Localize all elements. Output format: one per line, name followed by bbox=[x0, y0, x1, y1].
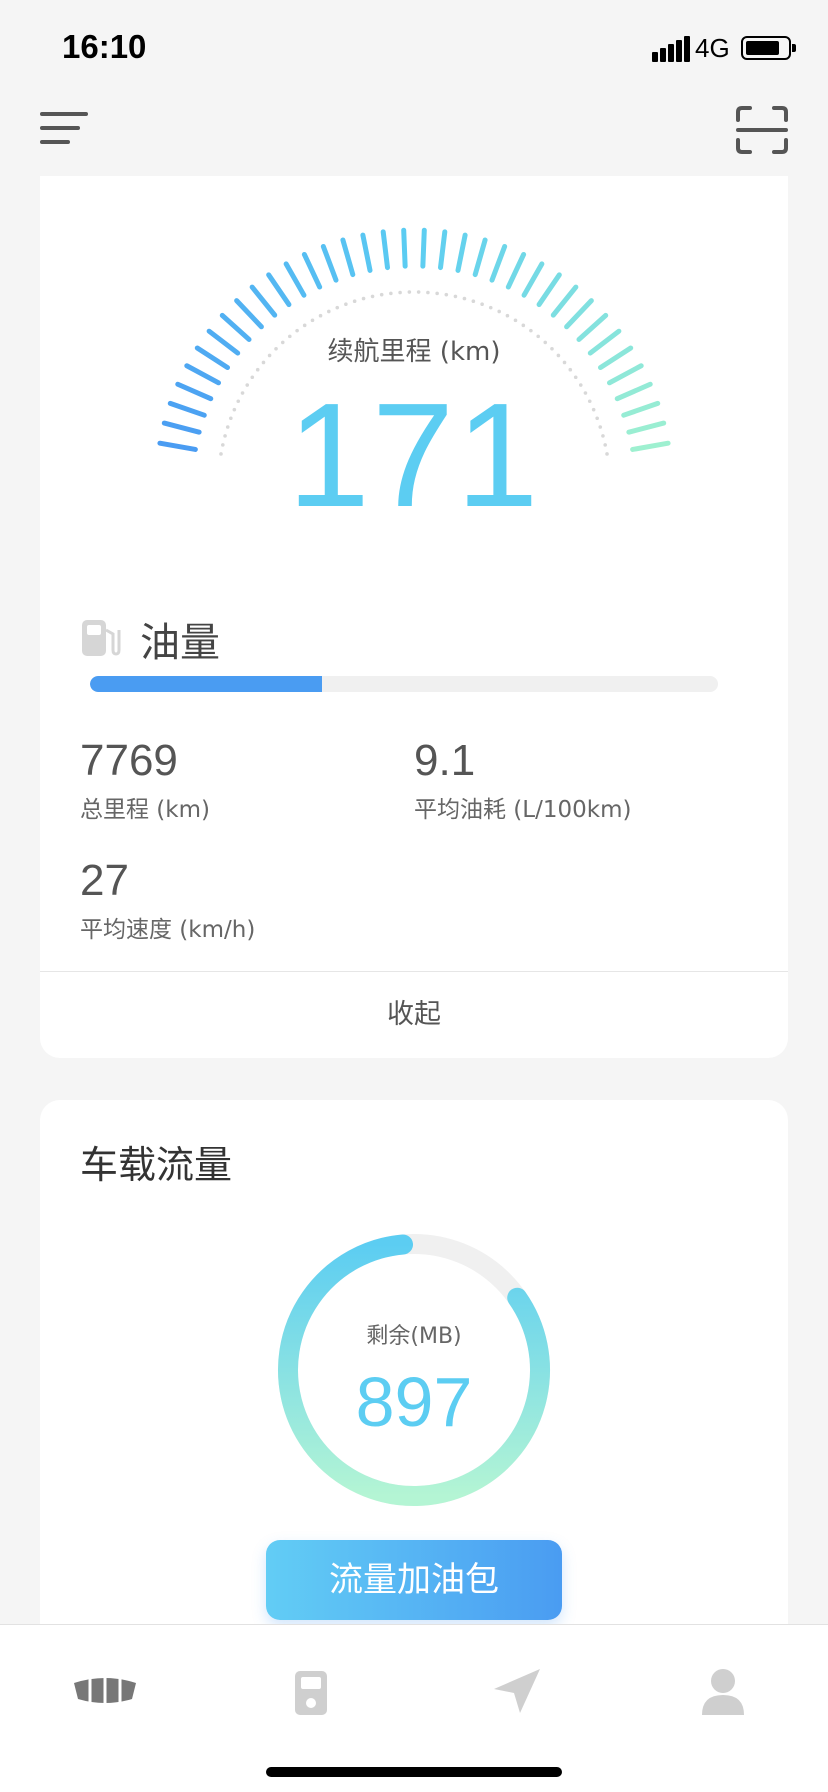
status-bar: 16:10 4G bbox=[0, 0, 828, 96]
gauge-tick bbox=[340, 237, 356, 278]
total-mileage-value: 7769 bbox=[80, 736, 178, 785]
fuel-pump-icon bbox=[82, 620, 121, 656]
gauge-tick bbox=[521, 261, 545, 298]
avg-speed-value: 27 bbox=[80, 856, 129, 905]
range-label: 续航里程 (km) bbox=[327, 337, 501, 367]
vehicle-status-card: 续航里程 (km) 171 油量 7769 总里程 (km) 9.1 平均油耗 … bbox=[40, 176, 788, 1058]
fuel-level-bar bbox=[90, 676, 718, 692]
gauge-tick bbox=[360, 232, 373, 273]
avg-fuel-consumption-value: 9.1 bbox=[414, 736, 476, 785]
gauge-tick bbox=[489, 243, 508, 283]
gauge-tick bbox=[536, 272, 562, 308]
gauge-tick bbox=[455, 232, 468, 273]
fuel-label: 油量 bbox=[140, 620, 220, 666]
range-value: 171 bbox=[287, 373, 541, 538]
gauge-minor-tick bbox=[302, 323, 307, 328]
gauge-minor-tick bbox=[453, 294, 458, 299]
collapse-button[interactable]: 收起 bbox=[40, 972, 788, 1058]
nav-bar bbox=[0, 96, 828, 176]
gauge-minor-tick bbox=[497, 309, 501, 314]
remaining-value: 897 bbox=[355, 1363, 473, 1441]
status-time: 16:10 bbox=[62, 28, 147, 65]
home-indicator bbox=[266, 1767, 562, 1777]
gauge-minor-tick bbox=[480, 302, 484, 307]
gauge-minor-tick bbox=[426, 290, 430, 295]
total-mileage-label: 总里程 (km) bbox=[80, 797, 210, 823]
gauge-minor-tick bbox=[379, 292, 384, 297]
fuel-pump-icon[interactable] bbox=[276, 1661, 346, 1721]
gauge-minor-tick bbox=[435, 291, 439, 296]
gauge-tick bbox=[320, 243, 339, 283]
gauge-tick bbox=[438, 229, 448, 271]
network-label: 4G bbox=[695, 33, 730, 63]
gauge-minor-tick bbox=[370, 294, 375, 299]
battery-icon bbox=[741, 36, 796, 60]
data-traffic-card: 车载流量 剩余(MB) 897 流量加油包 bbox=[40, 1100, 788, 1660]
avg-speed-stat: 27 平均速度 (km/h) bbox=[80, 856, 255, 944]
gauge-minor-tick bbox=[361, 296, 366, 301]
signal-icon bbox=[652, 34, 690, 62]
gauge-tick bbox=[283, 261, 307, 298]
avg-fuel-consumption-label: 平均油耗 (L/100km) bbox=[414, 797, 632, 823]
gauge-minor-tick bbox=[444, 292, 449, 297]
car-grille-icon[interactable] bbox=[70, 1661, 140, 1721]
traffic-title: 车载流量 bbox=[80, 1143, 233, 1187]
gauge-minor-tick bbox=[505, 313, 510, 318]
gauge-minor-tick bbox=[398, 290, 402, 295]
gauge-minor-tick bbox=[344, 302, 348, 307]
gauge-minor-tick bbox=[462, 296, 467, 301]
gauge-tick bbox=[301, 251, 323, 290]
gauge-tick bbox=[472, 237, 488, 278]
navigation-arrow-icon[interactable] bbox=[482, 1661, 552, 1721]
menu-icon[interactable] bbox=[40, 112, 90, 152]
gauge-minor-tick bbox=[407, 290, 412, 294]
gauge-minor-tick bbox=[327, 309, 331, 314]
gauge-minor-tick bbox=[513, 318, 518, 323]
gauge-minor-tick bbox=[389, 291, 393, 296]
scan-icon[interactable] bbox=[736, 106, 788, 154]
avg-speed-label: 平均速度 (km/h) bbox=[80, 917, 256, 943]
gauge-minor-tick bbox=[488, 305, 493, 310]
gauge-tick bbox=[234, 298, 264, 330]
gauge-minor-tick bbox=[352, 299, 357, 304]
gauge-minor-tick bbox=[310, 318, 315, 323]
avg-fuel-consumption-stat: 9.1 平均油耗 (L/100km) bbox=[414, 736, 631, 824]
gauge-minor-tick bbox=[416, 290, 421, 294]
gauge-minor-tick bbox=[335, 305, 340, 310]
gauge-tick bbox=[380, 229, 390, 271]
gauge-minor-tick bbox=[521, 323, 526, 328]
gauge-tick bbox=[564, 298, 594, 330]
user-icon[interactable] bbox=[688, 1661, 758, 1721]
remaining-label: 剩余(MB) bbox=[366, 1324, 462, 1349]
gauge-tick bbox=[266, 272, 292, 308]
fuel-level-fill bbox=[90, 676, 323, 692]
total-mileage-stat: 7769 总里程 (km) bbox=[80, 736, 210, 824]
gauge-minor-tick bbox=[318, 313, 323, 318]
bottom-tab-bar bbox=[0, 1624, 828, 1792]
gauge-tick bbox=[420, 227, 427, 269]
gauge-tick bbox=[505, 251, 527, 290]
data-topup-button[interactable]: 流量加油包 bbox=[266, 1540, 562, 1620]
gauge-minor-tick bbox=[471, 299, 476, 304]
gauge-tick bbox=[550, 284, 579, 318]
gauge-tick bbox=[401, 227, 408, 269]
gauge-tick bbox=[249, 284, 278, 318]
